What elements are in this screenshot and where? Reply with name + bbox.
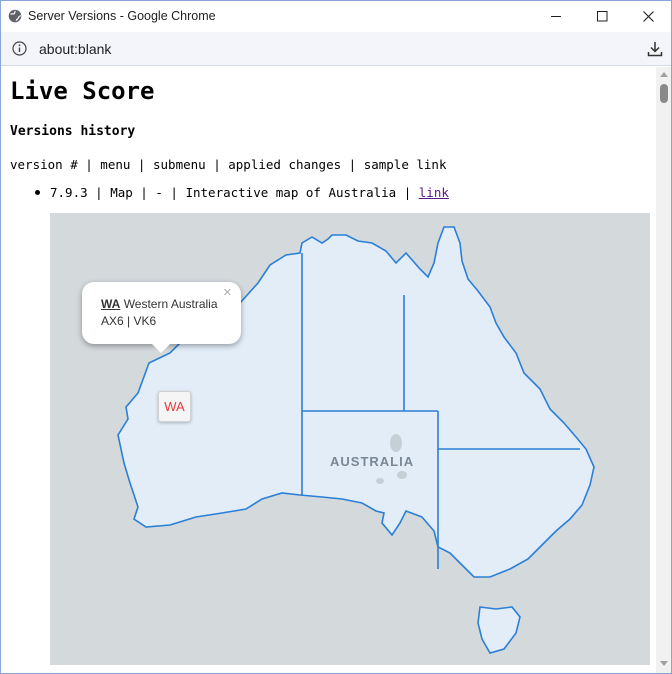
download-icon[interactable]	[645, 39, 665, 59]
page-content: Live Score Versions history version # | …	[1, 67, 656, 673]
minimize-button[interactable]	[533, 1, 579, 32]
vertical-scrollbar[interactable]	[656, 67, 671, 673]
columns-header: version # | menu | submenu | applied cha…	[10, 157, 447, 172]
australia-map[interactable]: AUSTRALIA	[50, 213, 650, 665]
page-title: Live Score	[10, 77, 155, 105]
scroll-thumb[interactable]	[660, 84, 668, 103]
maximize-button[interactable]	[579, 1, 625, 32]
address-bar: about:blank	[1, 32, 671, 66]
wa-marker[interactable]: WA	[158, 391, 191, 422]
globe-icon	[8, 9, 22, 23]
list-item: 7.9.3 | Map | - | Interactive map of Aus…	[35, 185, 449, 200]
title-bar: Server Versions - Google Chrome	[1, 1, 671, 32]
popup-name: Western Australia	[123, 297, 218, 311]
popup-code: WA	[101, 297, 121, 311]
window-title: Server Versions - Google Chrome	[28, 9, 216, 23]
tasmania-shape	[477, 606, 521, 654]
browser-window: Server Versions - Google Chrome about:bl…	[0, 0, 672, 674]
minimize-icon	[550, 16, 561, 17]
country-label: AUSTRALIA	[330, 454, 415, 469]
popup-close-icon[interactable]: ×	[223, 284, 232, 301]
close-button[interactable]	[625, 1, 671, 32]
map-canvas	[117, 226, 595, 654]
bullet	[35, 190, 40, 195]
map-popup: × WA Western Australia AX6 | VK6	[82, 282, 241, 353]
popup-title: WA Western Australia	[101, 297, 218, 311]
scroll-down-arrow[interactable]	[660, 661, 668, 666]
version-entry-text: 7.9.3 | Map | - | Interactive map of Aus…	[50, 185, 419, 200]
maximize-icon	[596, 11, 607, 22]
info-icon[interactable]	[12, 41, 27, 56]
url-field[interactable]: about:blank	[39, 41, 111, 57]
scroll-up-arrow[interactable]	[660, 72, 668, 77]
sample-link[interactable]: link	[419, 185, 449, 200]
popup-callsigns: AX6 | VK6	[101, 314, 157, 328]
close-icon	[642, 11, 654, 22]
section-title: Versions history	[10, 124, 136, 139]
popup-tip	[151, 343, 171, 353]
